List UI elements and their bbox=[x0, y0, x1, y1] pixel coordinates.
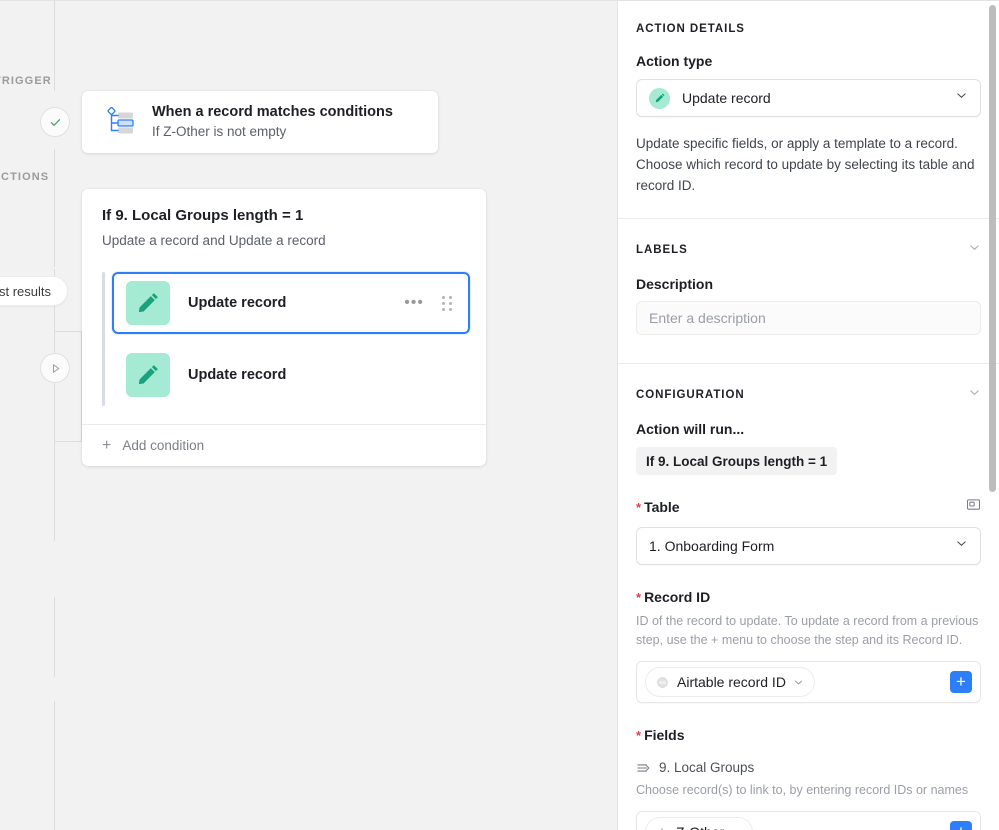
flow-connector bbox=[54, 269, 55, 541]
plus-icon[interactable]: + bbox=[950, 821, 972, 830]
vertical-scrollbar[interactable] bbox=[988, 1, 997, 830]
run-automation-node[interactable] bbox=[40, 353, 70, 383]
chevron-down-icon[interactable] bbox=[968, 241, 981, 259]
field-token[interactable]: Z-Other bbox=[645, 817, 754, 830]
trigger-subtitle: If Z-Other is not empty bbox=[152, 124, 287, 139]
action-row[interactable]: Update record bbox=[112, 344, 470, 406]
action-row[interactable]: Update record ••• bbox=[112, 272, 470, 334]
trigger-title: When a record matches conditions bbox=[152, 104, 393, 120]
configuration-header[interactable]: CONFIGURATION bbox=[636, 364, 981, 406]
action-type-label: Action type bbox=[636, 53, 713, 69]
description-placeholder: Enter a description bbox=[649, 310, 766, 326]
table-label: Table bbox=[636, 499, 680, 515]
action-icon bbox=[126, 353, 170, 397]
plus-icon: + bbox=[102, 436, 112, 454]
add-condition-label: Add condition bbox=[122, 438, 205, 453]
field-token-field[interactable]: Z-Other + bbox=[636, 811, 981, 830]
trigger-rail-label: TRIGGER bbox=[0, 75, 52, 87]
record-id-icon bbox=[656, 676, 669, 689]
test-results-label: st results bbox=[0, 283, 52, 299]
field-name: 9. Local Groups bbox=[659, 760, 755, 775]
field-token-label: Z-Other bbox=[676, 824, 724, 830]
record-id-token-label: Airtable record ID bbox=[677, 674, 786, 690]
table-select[interactable]: 1. Onboarding Form bbox=[636, 527, 981, 565]
condition-group-header[interactable]: If 9. Local Groups length = 1 Update a r… bbox=[82, 189, 486, 258]
record-id-token[interactable]: Airtable record ID bbox=[645, 667, 815, 697]
chevron-down-icon bbox=[955, 89, 968, 107]
action-type-value: Update record bbox=[682, 90, 771, 106]
flow-connector bbox=[54, 701, 55, 830]
table-field-header: Table bbox=[636, 475, 981, 517]
add-condition-button[interactable]: + Add condition bbox=[82, 424, 486, 466]
trigger-status-node[interactable] bbox=[40, 107, 70, 137]
actions-rail-label: ACTIONS bbox=[0, 171, 50, 183]
chevron-down-icon[interactable] bbox=[731, 827, 742, 830]
condition-group-subtitle: Update a record and Update a record bbox=[102, 233, 326, 248]
condition-group-card: If 9. Local Groups length = 1 Update a r… bbox=[82, 189, 486, 466]
record-id-help: ID of the record to update. To update a … bbox=[636, 614, 979, 647]
action-type-select[interactable]: Update record bbox=[636, 79, 981, 117]
chevron-down-icon bbox=[955, 537, 968, 555]
action-details-section: ACTION DETAILS Action type Update record bbox=[618, 1, 999, 218]
action-icon bbox=[126, 281, 170, 325]
scrollbar-thumb[interactable] bbox=[989, 5, 996, 492]
pencil-icon bbox=[655, 93, 665, 103]
plus-icon[interactable]: + bbox=[950, 671, 972, 693]
configuration-section: CONFIGURATION Action will run... If 9. L… bbox=[618, 364, 999, 830]
fields-label: Fields bbox=[636, 727, 981, 743]
test-results-pill[interactable]: st results bbox=[0, 276, 69, 306]
action-label: Update record bbox=[188, 367, 287, 383]
action-details-header: ACTION DETAILS bbox=[636, 1, 981, 37]
description-label: Description bbox=[636, 276, 714, 292]
section-title: LABELS bbox=[636, 244, 688, 256]
condition-chip[interactable]: If 9. Local Groups length = 1 bbox=[636, 447, 838, 475]
chevron-down-icon[interactable] bbox=[793, 677, 804, 688]
field-help: Choose record(s) to link to, by entering… bbox=[636, 783, 969, 797]
drag-handle-icon[interactable] bbox=[436, 292, 458, 315]
labels-header[interactable]: LABELS bbox=[636, 219, 981, 261]
section-title: CONFIGURATION bbox=[636, 389, 745, 401]
field-name-row: 9. Local Groups bbox=[636, 760, 981, 775]
condition-group-title: If 9. Local Groups length = 1 bbox=[102, 207, 304, 224]
panel-content: ACTION DETAILS Action type Update record bbox=[618, 1, 999, 830]
action-type-icon-wrap bbox=[649, 87, 670, 109]
pencil-icon bbox=[138, 293, 158, 313]
chevron-down-icon[interactable] bbox=[968, 386, 981, 404]
play-icon bbox=[52, 363, 59, 373]
check-icon bbox=[50, 118, 60, 126]
section-title: ACTION DETAILS bbox=[636, 23, 745, 35]
trigger-card[interactable]: When a record matches conditions If Z-Ot… bbox=[82, 91, 438, 153]
ellipsis-icon[interactable]: ••• bbox=[396, 292, 432, 314]
action-list: Update record ••• Update record bbox=[82, 258, 486, 424]
action-label: Update record bbox=[188, 295, 287, 311]
action-type-description: Update specific fields, or apply a templ… bbox=[636, 136, 975, 193]
automation-editor: TRIGGER ACTIONS st results bbox=[0, 0, 999, 830]
record-id-token-field[interactable]: Airtable record ID + bbox=[636, 661, 981, 703]
description-input[interactable]: Enter a description bbox=[636, 301, 981, 335]
linked-record-icon bbox=[636, 761, 650, 775]
automation-flow-canvas: TRIGGER ACTIONS st results bbox=[0, 0, 617, 830]
table-value: 1. Onboarding Form bbox=[649, 538, 775, 554]
text-field-icon bbox=[656, 826, 668, 830]
flow-branch-connector bbox=[54, 331, 82, 332]
expand-table-icon[interactable] bbox=[966, 497, 981, 517]
action-details-panel: ACTION DETAILS Action type Update record bbox=[617, 0, 999, 830]
record-id-label: Record ID bbox=[636, 589, 981, 605]
pencil-icon bbox=[138, 365, 158, 385]
action-will-run-label: Action will run... bbox=[636, 421, 745, 437]
trigger-conditions-icon bbox=[107, 106, 134, 134]
flow-connector bbox=[54, 1, 55, 91]
labels-section: LABELS Description Enter a description bbox=[618, 219, 999, 335]
flow-connector bbox=[54, 597, 55, 677]
flow-branch-connector bbox=[54, 441, 82, 442]
flow-connector bbox=[54, 149, 55, 267]
